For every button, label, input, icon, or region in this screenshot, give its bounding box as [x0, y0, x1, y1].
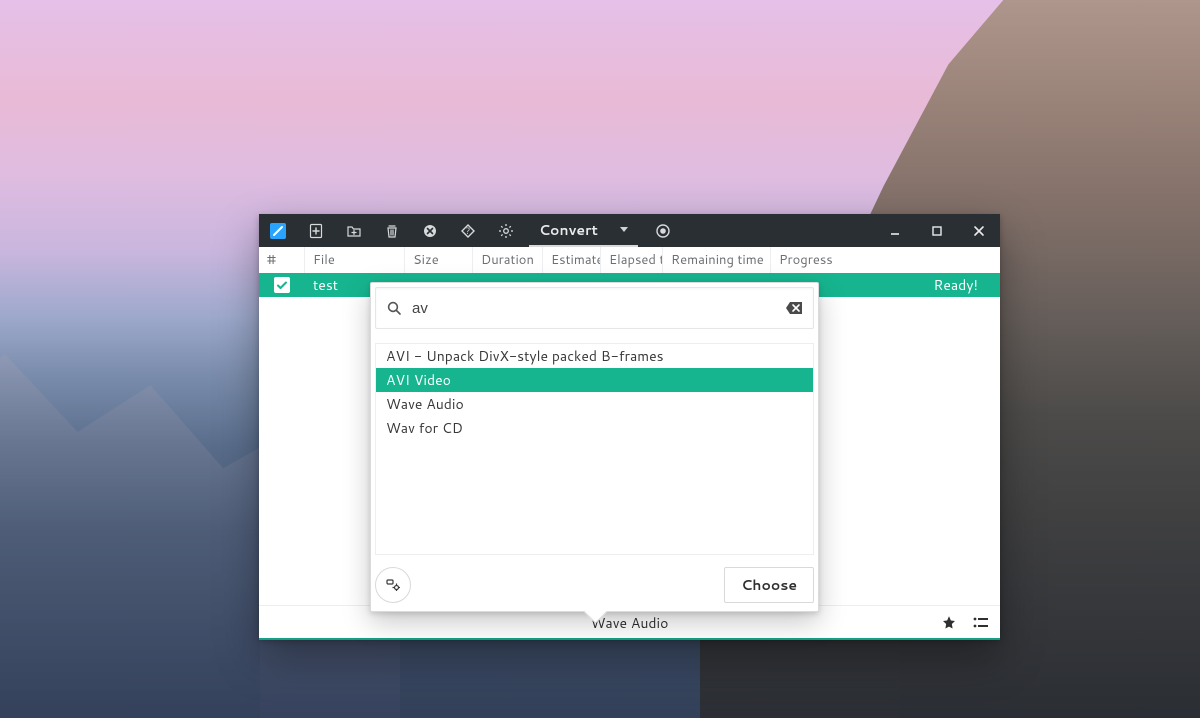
search-icon	[386, 300, 402, 316]
format-option-label: Wave Audio	[386, 394, 464, 414]
close-button[interactable]	[958, 214, 1000, 247]
add-folder-button[interactable]	[335, 214, 373, 247]
column-number[interactable]: #	[259, 247, 305, 273]
add-file-button[interactable]	[297, 214, 335, 247]
app-logo-icon	[259, 214, 297, 247]
format-option-label: AVI Video	[386, 370, 451, 390]
list-view-button[interactable]	[966, 608, 996, 638]
maximize-button[interactable]	[916, 214, 958, 247]
choose-button-label: Choose	[741, 575, 797, 595]
column-file[interactable]: File	[305, 247, 405, 273]
settings-button[interactable]	[487, 214, 525, 247]
minimize-button[interactable]	[874, 214, 916, 247]
record-button[interactable]	[644, 214, 682, 247]
action-menu[interactable]: Convert	[529, 214, 638, 247]
choose-button[interactable]: Choose	[724, 567, 814, 603]
column-duration[interactable]: Duration	[473, 247, 543, 273]
table-header: # File Size Duration Estimate Elapsed t …	[259, 247, 1000, 273]
action-menu-label: Convert	[539, 220, 598, 240]
footer-underline	[259, 638, 1000, 640]
clear-button[interactable]	[411, 214, 449, 247]
search-input[interactable]	[410, 299, 777, 318]
preset-settings-button[interactable]	[375, 567, 411, 603]
column-estimate[interactable]: Estimate	[543, 247, 601, 273]
column-elapsed[interactable]: Elapsed t	[601, 247, 663, 273]
format-option[interactable]: Wav for CD	[376, 416, 813, 440]
favorite-button[interactable]	[934, 608, 964, 638]
delete-button[interactable]	[373, 214, 411, 247]
desktop-wallpaper: ? Convert	[0, 0, 1200, 718]
format-option[interactable]: AVI - Unpack DivX-style packed B-frames	[376, 344, 813, 368]
svg-text:?: ?	[466, 224, 471, 237]
column-progress[interactable]: Progress	[771, 247, 1000, 273]
format-option-label: Wav for CD	[386, 418, 463, 438]
format-option[interactable]: Wave Audio	[376, 392, 813, 416]
search-row	[375, 287, 814, 329]
clear-search-icon[interactable]	[785, 301, 803, 315]
format-list: AVI - Unpack DivX-style packed B-frames …	[375, 343, 814, 555]
format-option-label: AVI - Unpack DivX-style packed B-frames	[386, 346, 664, 366]
help-button[interactable]: ?	[449, 214, 487, 247]
checkmark-icon	[274, 277, 290, 293]
column-remaining[interactable]: Remaining time	[663, 247, 771, 273]
chevron-down-icon	[620, 227, 628, 232]
titlebar[interactable]: ? Convert	[259, 214, 1000, 247]
column-size[interactable]: Size	[405, 247, 473, 273]
row-checkbox[interactable]	[259, 277, 305, 293]
format-popover: AVI - Unpack DivX-style packed B-frames …	[370, 282, 819, 612]
format-option[interactable]: AVI Video	[376, 368, 813, 392]
